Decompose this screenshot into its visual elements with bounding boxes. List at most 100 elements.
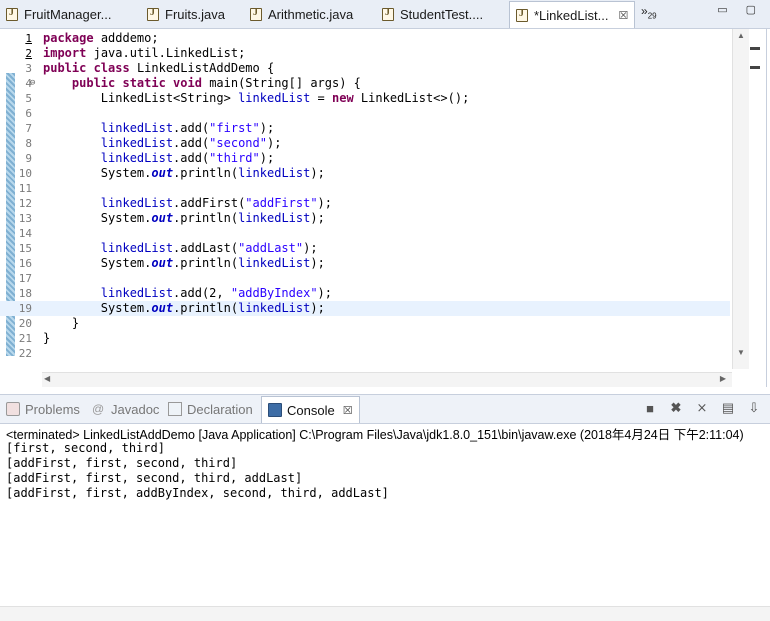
line-number: 22 <box>18 347 32 360</box>
code-text: } <box>43 331 50 346</box>
problems-icon <box>6 402 20 416</box>
code-line[interactable]: 5 LinkedList<String> linkedList = new Li… <box>0 91 730 106</box>
code-token: ); <box>310 256 325 270</box>
tab-label: *LinkedList... <box>534 7 609 23</box>
code-token: LinkedList<>(); <box>353 91 470 105</box>
code-token: .println( <box>173 256 239 270</box>
tab-arithmetic[interactable]: Arithmetic.java <box>250 2 353 26</box>
line-number: 5 <box>25 92 32 105</box>
code-line[interactable]: 22 <box>0 346 730 361</box>
code-token: = <box>310 91 333 105</box>
overview-ruler <box>748 31 762 91</box>
code-token: "second" <box>209 136 267 150</box>
code-line[interactable]: 16 System.out.println(linkedList); <box>0 256 730 271</box>
ruler-marker[interactable] <box>750 66 760 69</box>
code-line[interactable]: 15 linkedList.addLast("addLast"); <box>0 241 730 256</box>
minimize-icon[interactable]: ▭ <box>717 3 727 16</box>
tab-declaration[interactable]: Declaration <box>168 399 253 419</box>
line-number: 16 <box>18 257 32 270</box>
tab-linkedlist[interactable]: *LinkedList... ☒ <box>509 1 636 28</box>
line-number: 18 <box>18 287 32 300</box>
code-token: linkedList <box>100 136 174 150</box>
code-line[interactable]: 11 <box>0 181 730 196</box>
tab-label: FruitManager... <box>24 6 112 22</box>
code-line[interactable]: 18 linkedList.add(2, "addByIndex"); <box>0 286 730 301</box>
code-token: out <box>151 301 174 315</box>
maximize-icon[interactable]: ▢ <box>746 3 756 16</box>
code-text: linkedList.add("second"); <box>43 136 282 151</box>
horizontal-scrollbar[interactable]: ◀ ▶ <box>42 372 732 387</box>
code-line[interactable]: 20 } <box>0 316 730 331</box>
code-line[interactable]: 21} <box>0 331 730 346</box>
tab-fruitmanager[interactable]: FruitManager... <box>6 2 111 26</box>
code-line[interactable]: 1 package adddemo; <box>0 31 730 46</box>
close-tab-icon[interactable]: ☒ <box>343 404 353 417</box>
code-text: package adddemo; <box>43 31 159 46</box>
code-token: java.util.LinkedList; <box>93 46 246 60</box>
close-tab-icon[interactable]: ☒ <box>618 9 628 22</box>
code-line[interactable]: 3 public class LinkedListAddDemo { <box>0 61 730 76</box>
tab-studenttest[interactable]: StudentTest.... <box>382 2 483 26</box>
code-token: public class <box>43 61 130 75</box>
code-line[interactable]: 2 import java.util.LinkedList; <box>0 46 730 61</box>
line-number: 7 <box>25 122 32 135</box>
line-number: 3 <box>25 62 32 75</box>
code-line[interactable]: 19 System.out.println(linkedList); <box>0 301 730 316</box>
ruler-marker[interactable] <box>750 47 760 50</box>
code-line[interactable]: 10 System.out.println(linkedList); <box>0 166 730 181</box>
code-editor[interactable]: 1 package adddemo; 2 import java.util.Linke… <box>0 29 767 387</box>
code-token: "addFirst" <box>245 196 318 210</box>
code-text: } <box>43 316 79 331</box>
clear-console-icon[interactable]: ▤ <box>720 400 736 416</box>
fold-toggle-icon[interactable]: ⊖ <box>30 76 35 91</box>
tab-javadoc[interactable]: @ Javadoc <box>92 399 159 419</box>
tab-problems[interactable]: Problems <box>6 399 80 419</box>
code-token: ); <box>310 166 325 180</box>
code-token: public static void <box>71 76 202 90</box>
code-token: } <box>43 331 51 345</box>
scroll-left-icon[interactable]: ◀ <box>44 374 50 383</box>
remove-launch-icon[interactable]: ✖ <box>668 400 684 416</box>
line-number: 13 <box>18 212 32 225</box>
code-line[interactable]: 17 <box>0 271 730 286</box>
console-horizontal-scrollbar[interactable] <box>0 606 770 621</box>
code-line[interactable]: 13 System.out.println(linkedList); <box>0 211 730 226</box>
code-token: linkedList <box>238 301 311 315</box>
code-text: linkedList.add("third"); <box>43 151 274 166</box>
more-tabs-button[interactable]: »29 <box>641 4 657 20</box>
code-token: "first" <box>209 121 260 135</box>
scroll-down-icon[interactable]: ▼ <box>737 348 745 357</box>
terminate-icon[interactable]: ■ <box>642 400 658 416</box>
code-token: .add( <box>173 151 210 165</box>
console-output[interactable]: [first, second, third] [addFirst, first,… <box>6 441 389 501</box>
code-token: .add( <box>173 136 210 150</box>
code-token: .println( <box>173 211 239 225</box>
code-line[interactable]: 12 linkedList.addFirst("addFirst"); <box>0 196 730 211</box>
tab-console[interactable]: Console ☒ <box>261 396 360 423</box>
code-text: linkedList.addLast("addLast"); <box>43 241 318 256</box>
code-line[interactable]: 14 <box>0 226 730 241</box>
java-file-icon <box>250 7 262 21</box>
vertical-scrollbar[interactable]: ▲ ▼ <box>732 29 749 369</box>
remove-all-terminated-icon[interactable]: ⨯ <box>694 400 710 416</box>
code-line[interactable]: 6 <box>0 106 730 121</box>
code-token: linkedList <box>238 211 311 225</box>
tab-fruits[interactable]: Fruits.java <box>147 2 225 26</box>
code-line[interactable]: 4 ⊖ public static void main(String[] args… <box>0 76 730 91</box>
code-line[interactable]: 8 linkedList.add("second"); <box>0 136 730 151</box>
tab-label: Problems <box>25 401 80 417</box>
code-token: .add(2, <box>173 286 231 300</box>
code-token: .addFirst( <box>173 196 246 210</box>
scroll-up-icon[interactable]: ▲ <box>737 31 745 40</box>
code-token: ); <box>259 151 275 165</box>
code-token: LinkedListAddDemo { <box>136 61 275 75</box>
scroll-lock-icon[interactable]: ⇩ <box>746 400 762 416</box>
code-line[interactable]: 7 linkedList.add("first"); <box>0 121 730 136</box>
code-line[interactable]: 9 linkedList.add("third"); <box>0 151 730 166</box>
scroll-right-icon[interactable]: ▶ <box>720 374 726 383</box>
line-number: 17 <box>18 272 32 285</box>
code-token: ); <box>310 211 325 225</box>
